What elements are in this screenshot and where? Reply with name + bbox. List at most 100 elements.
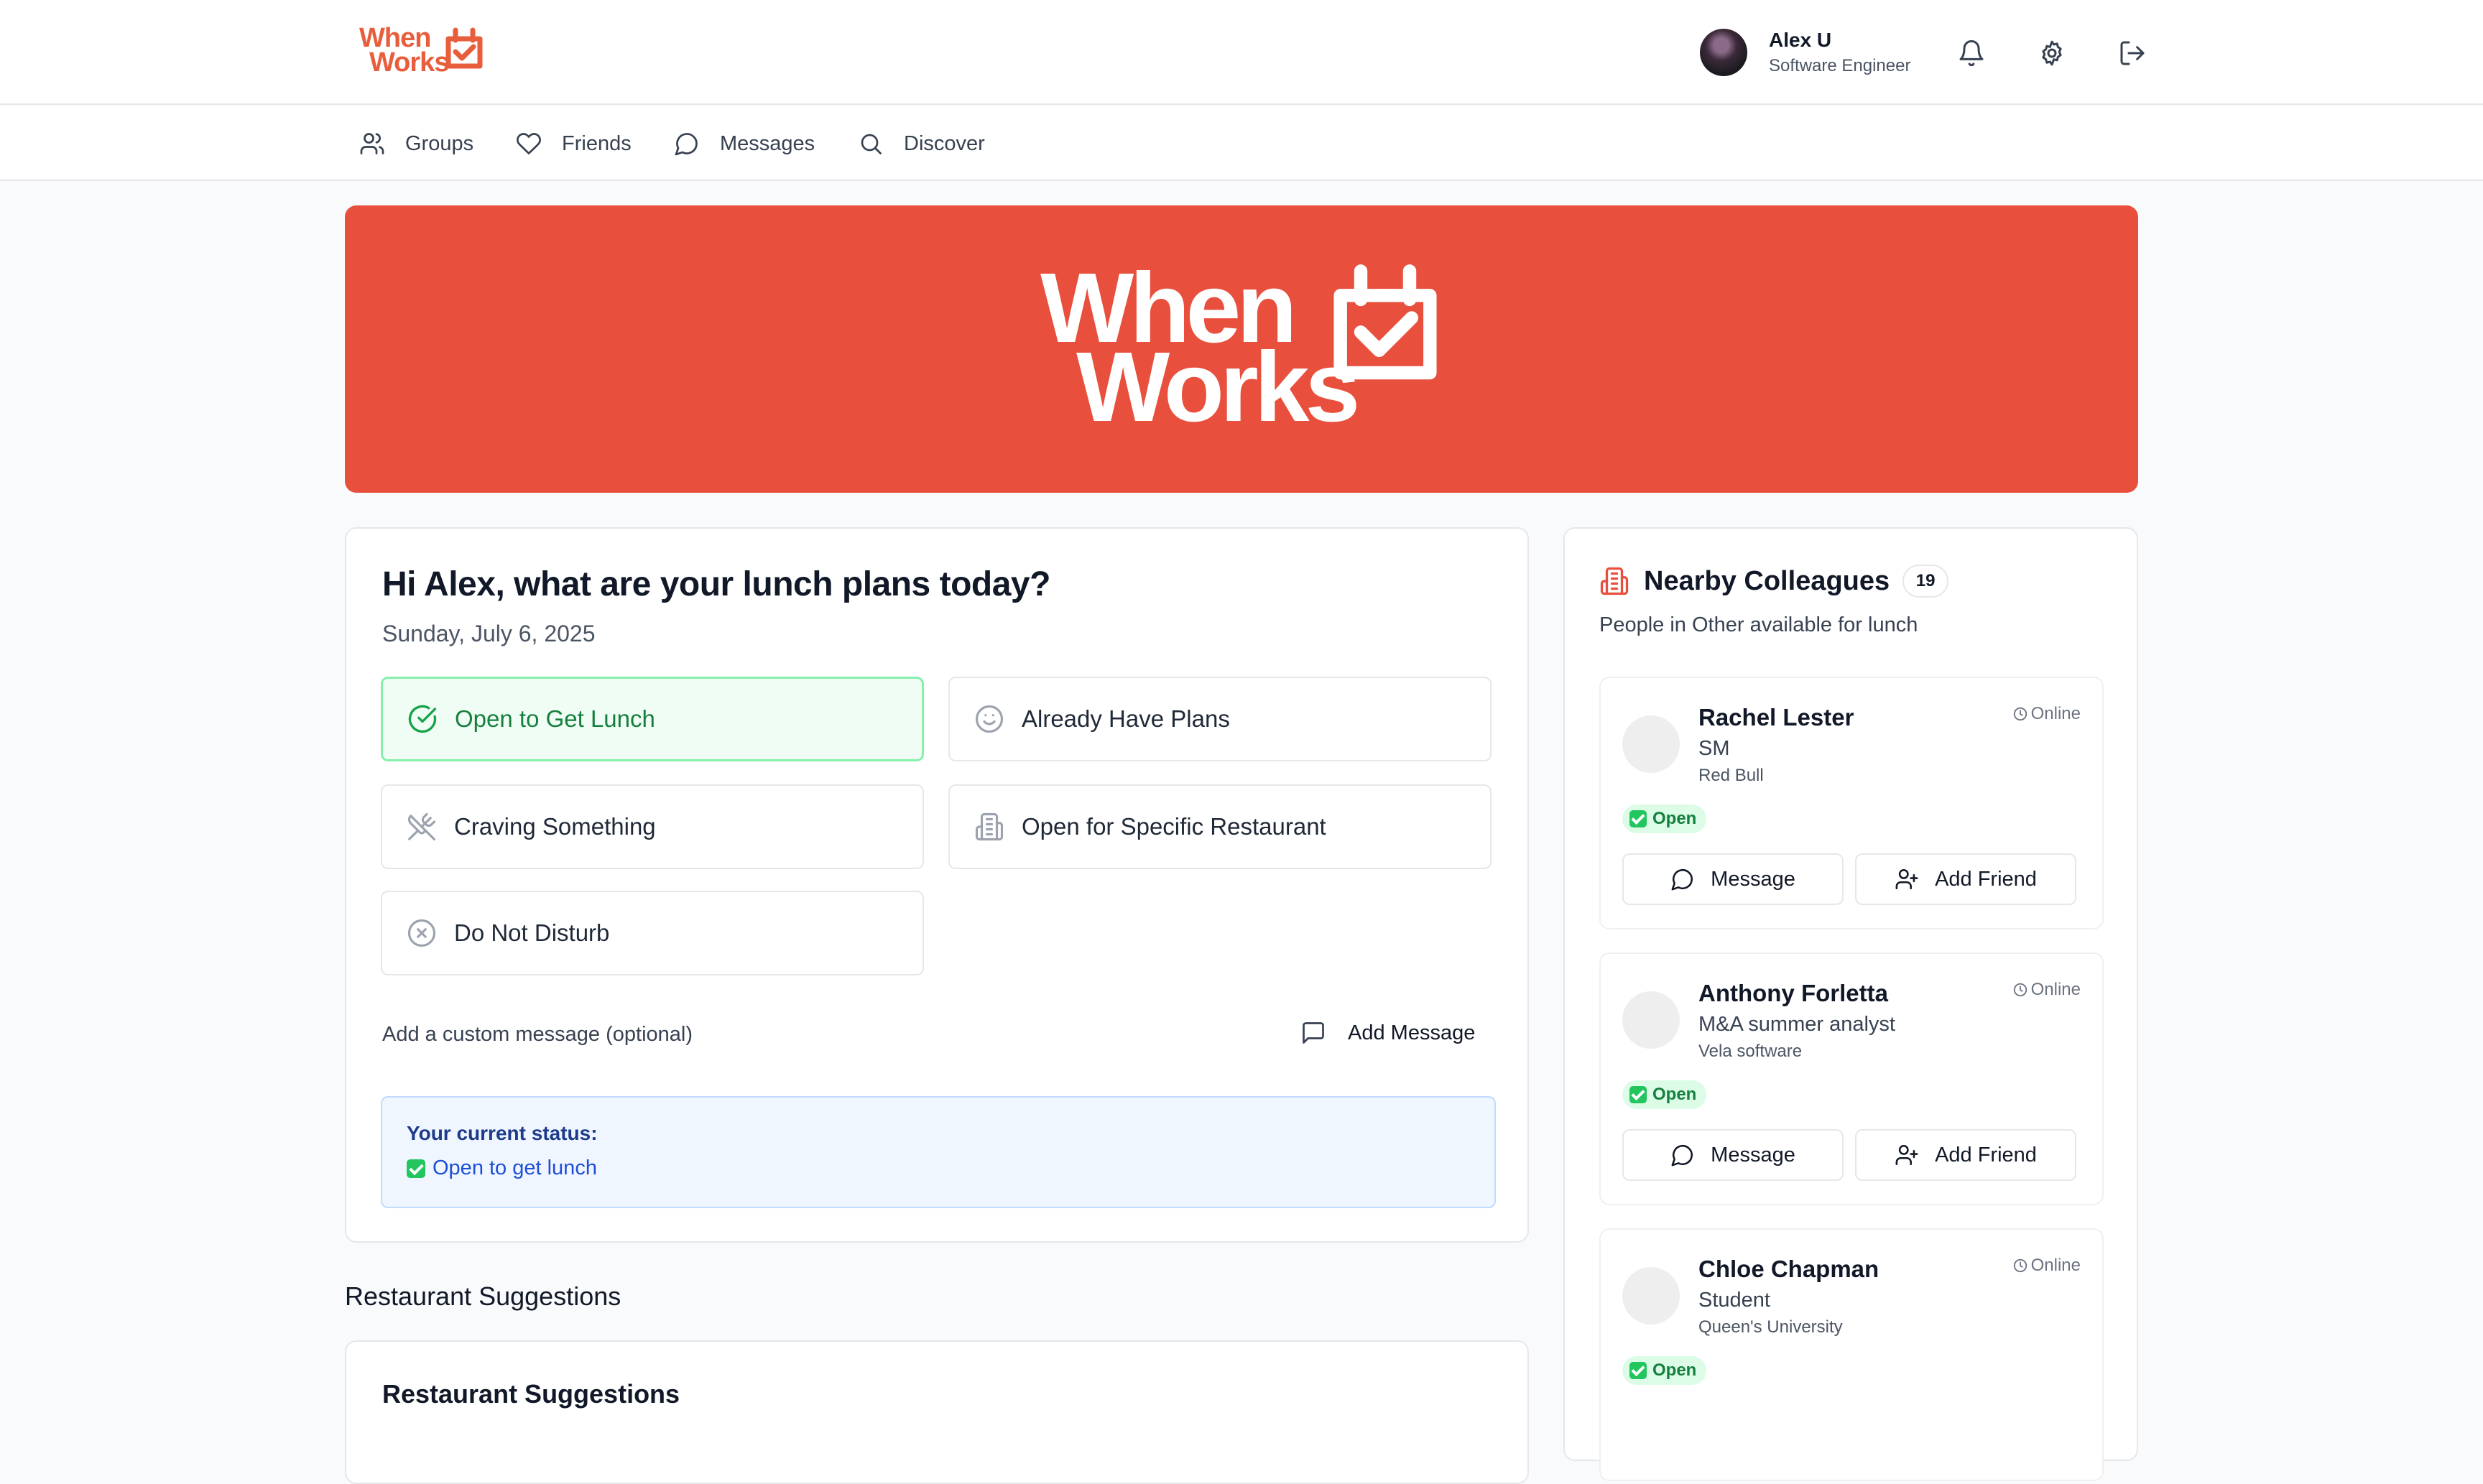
user-avatar[interactable] <box>1700 29 1747 76</box>
message-button[interactable]: Message <box>1622 853 1844 905</box>
open-label: Open <box>1652 1360 1697 1380</box>
check-emoji-icon <box>1629 1362 1647 1379</box>
nav-friends[interactable]: Friends <box>516 128 632 159</box>
avatar <box>1622 715 1680 773</box>
colleague-card: Rachel Lester SM Red Bull Online Open Me… <box>1599 677 2104 929</box>
option-label: Craving Something <box>454 813 656 840</box>
colleague-name: Rachel Lester <box>1698 704 1854 731</box>
clock-icon <box>2012 1258 2028 1274</box>
option-do-not-disturb[interactable]: Do Not Disturb <box>381 891 924 975</box>
add-friend-button[interactable]: Add Friend <box>1855 1129 2076 1181</box>
avatar <box>1622 1267 1680 1325</box>
search-icon <box>858 131 884 157</box>
clock-icon <box>2012 706 2028 722</box>
check-emoji-icon <box>407 1159 425 1178</box>
colleague-org: Queen's University <box>1698 1317 1843 1337</box>
online-label: Online <box>2030 1256 2081 1275</box>
calendar-check-icon <box>444 27 484 74</box>
x-circle-icon <box>407 918 437 948</box>
hero-logo-line-2: Works <box>1076 332 1360 442</box>
message-button-label: Message <box>1711 1143 1795 1167</box>
logo-line-2: Works <box>369 47 449 78</box>
message-button[interactable]: Message <box>1622 1129 1844 1181</box>
nav-messages-label: Messages <box>720 131 815 155</box>
logo-line-1: When <box>359 23 431 53</box>
user-plus-icon <box>1895 1143 1919 1167</box>
gear-icon[interactable] <box>2038 39 2066 68</box>
colleague-org: Red Bull <box>1698 766 1764 785</box>
lunch-status-card: Hi Alex, what are your lunch plans today… <box>345 527 1529 1243</box>
nearby-colleagues-title: Nearby Colleagues <box>1644 565 1890 596</box>
nav-groups-label: Groups <box>405 131 474 155</box>
option-label: Open to Get Lunch <box>455 705 655 732</box>
status-badge: Open <box>1622 804 1707 833</box>
nav-discover-label: Discover <box>904 131 985 155</box>
nav-messages[interactable]: Messages <box>674 128 815 159</box>
restaurant-suggestions-card-title: Restaurant Suggestions <box>382 1379 680 1409</box>
colleague-role: M&A summer analyst <box>1698 1013 1895 1036</box>
option-open-for-specific-restaurant[interactable]: Open for Specific Restaurant <box>948 784 1492 869</box>
user-name: Alex U <box>1769 29 1832 51</box>
greeting-heading: Hi Alex, what are your lunch plans today… <box>382 565 1050 603</box>
nav-discover[interactable]: Discover <box>858 128 985 159</box>
nav-groups[interactable]: Groups <box>359 128 473 159</box>
colleagues-count-badge: 19 <box>1902 565 1949 598</box>
top-header: When Works Alex U Software Engineer <box>0 0 2483 105</box>
restaurant-suggestions-heading: Restaurant Suggestions <box>345 1281 621 1311</box>
add-message-label: Add Message <box>1348 1021 1476 1044</box>
calendar-check-icon <box>1328 263 1443 389</box>
current-status-value-row: Open to get lunch <box>407 1156 597 1180</box>
option-label: Do Not Disturb <box>454 919 610 946</box>
add-message-button[interactable]: Add Message <box>1300 1011 1475 1054</box>
message-icon <box>674 131 700 157</box>
option-craving-something[interactable]: Craving Something <box>381 784 924 869</box>
nearby-colleagues-header: Nearby Colleagues 19 <box>1599 565 1949 598</box>
option-label: Already Have Plans <box>1022 705 1230 732</box>
colleague-name: Chloe Chapman <box>1698 1256 1879 1282</box>
colleague-role: SM <box>1698 737 1730 760</box>
hero-banner: When Works <box>345 205 2138 493</box>
when-works-logo[interactable]: When Works <box>359 23 487 78</box>
status-badge: Open <box>1622 1080 1707 1109</box>
colleague-card: Chloe Chapman Student Queen's University… <box>1599 1228 2104 1481</box>
current-status-title: Your current status: <box>407 1122 598 1144</box>
option-already-have-plans[interactable]: Already Have Plans <box>948 677 1492 761</box>
user-plus-icon <box>1895 867 1919 891</box>
add-friend-button[interactable]: Add Friend <box>1855 853 2076 905</box>
main-nav: Groups Friends Messages Discover <box>0 106 2483 181</box>
smile-icon <box>974 704 1004 734</box>
logout-icon[interactable] <box>2118 39 2147 68</box>
message-square-icon <box>1300 1020 1326 1046</box>
option-label: Open for Specific Restaurant <box>1022 813 1326 840</box>
check-emoji-icon <box>1629 1086 1647 1103</box>
current-status-box: Your current status: Open to get lunch <box>381 1096 1496 1208</box>
restaurant-suggestions-card: Restaurant Suggestions <box>345 1340 1529 1484</box>
online-indicator: Online <box>2012 980 2081 1000</box>
users-icon <box>359 131 385 157</box>
current-date: Sunday, July 6, 2025 <box>382 621 596 646</box>
message-icon <box>1670 867 1695 891</box>
colleague-org: Vela software <box>1698 1042 1803 1061</box>
open-label: Open <box>1652 809 1697 828</box>
online-indicator: Online <box>2012 1256 2081 1276</box>
colleague-name: Anthony Forletta <box>1698 980 1888 1006</box>
message-icon <box>1670 1143 1695 1167</box>
colleague-card: Anthony Forletta M&A summer analyst Vela… <box>1599 952 2104 1205</box>
add-friend-button-label: Add Friend <box>1935 1143 2037 1167</box>
building-icon <box>974 812 1004 842</box>
add-friend-button-label: Add Friend <box>1935 867 2037 891</box>
nav-friends-label: Friends <box>562 131 632 155</box>
open-label: Open <box>1652 1085 1697 1104</box>
nearby-colleagues-subtitle: People in Other available for lunch <box>1599 613 1918 636</box>
heart-icon <box>516 131 542 157</box>
current-status-value: Open to get lunch <box>433 1156 597 1179</box>
status-badge: Open <box>1622 1356 1707 1385</box>
message-button-label: Message <box>1711 867 1795 891</box>
bell-icon[interactable] <box>1957 39 1986 68</box>
avatar <box>1622 991 1680 1049</box>
user-title: Software Engineer <box>1769 56 1911 75</box>
option-open-to-get-lunch[interactable]: Open to Get Lunch <box>381 677 924 761</box>
utensils-crossed-icon <box>407 812 437 842</box>
hero-logo: When Works <box>1040 259 1443 442</box>
online-indicator: Online <box>2012 704 2081 724</box>
